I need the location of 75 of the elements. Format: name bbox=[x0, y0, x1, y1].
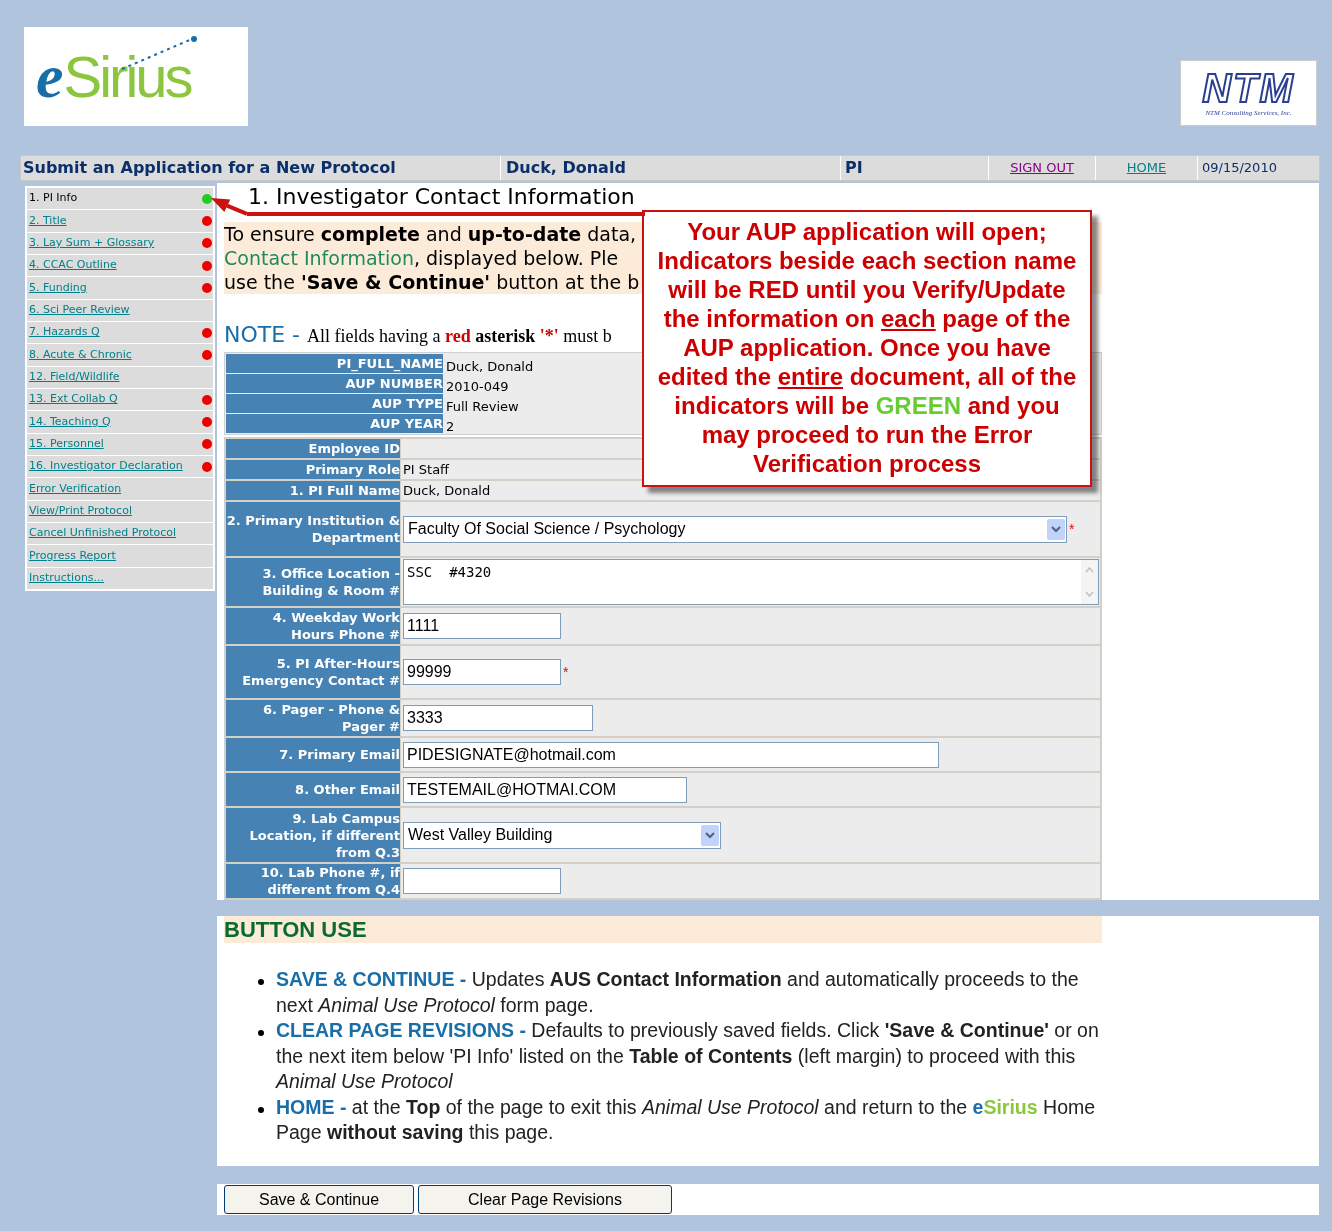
field-label: 1. PI Full Name bbox=[226, 481, 400, 500]
field-value: Full Review bbox=[445, 399, 519, 414]
field-value: Duck, Donald bbox=[445, 359, 534, 374]
page-title: Submit an Application for a New Protocol bbox=[23, 157, 396, 179]
callout-box: Your AUP application will open; Indicators beside each section name will be RED until you Verify/Update the information on each page of the AUP application. Once you have edited the entire document, all of the indicators will be GREEN and you may proceed to run the Error Verification process bbox=[642, 210, 1092, 487]
field-value: 2 bbox=[445, 419, 455, 434]
help-text: HOME - at the Top of the page to exit this Animal Use Protocol and return to the eSirius Home Page without saving this page. bbox=[276, 1094, 1097, 1145]
sidebar-item[interactable]: 5. Funding bbox=[27, 277, 213, 299]
esirius-logo: eSirius bbox=[24, 27, 248, 126]
input-field[interactable]: PIDESIGNATE@hotmail.com bbox=[403, 741, 939, 768]
sidebar-item[interactable]: 16. Investigator Declaration bbox=[27, 455, 213, 478]
bullet-icon bbox=[258, 1030, 264, 1036]
field-label: 9. Lab Campus Location, if different from Q.3 bbox=[226, 808, 400, 862]
field-label: 7. Primary Email bbox=[226, 738, 400, 771]
input-field[interactable]: 1111 bbox=[403, 613, 561, 639]
field-label: Employee ID bbox=[226, 439, 400, 458]
user-role: PI bbox=[845, 157, 863, 179]
field-value: Duck, Donald bbox=[402, 481, 491, 500]
field-label: PI_FULL_NAME bbox=[226, 354, 443, 373]
field-label: 8. Other Email bbox=[226, 773, 400, 806]
field-label: 6. Pager - Phone & Pager # bbox=[226, 700, 400, 736]
form-button[interactable]: Clear Page Revisions bbox=[418, 1185, 672, 1214]
chevron-down-icon bbox=[1047, 518, 1065, 540]
field-label: 2. Primary Institution & Department bbox=[226, 502, 400, 556]
input-field[interactable] bbox=[403, 868, 561, 894]
field-label: 4. Weekday Work Hours Phone # bbox=[226, 608, 400, 644]
section-title: 1. Investigator Contact Information bbox=[248, 184, 635, 210]
field-label: Primary Role bbox=[226, 460, 400, 479]
note-text: NOTE - All fields having a red asterisk '*' must b bbox=[224, 321, 612, 349]
home-link[interactable]: HOME bbox=[1126, 158, 1167, 178]
intro-text: use the 'Save & Continue' button at the b bbox=[224, 270, 640, 294]
input-field[interactable]: 99999 bbox=[403, 659, 561, 685]
text-area[interactable]: SSC #4320 bbox=[403, 559, 1099, 605]
field-label: 3. Office Location - Building & Room # bbox=[226, 558, 400, 606]
field-label: AUP YEAR bbox=[226, 414, 443, 433]
sidebar-item[interactable]: View/Print Protocol bbox=[27, 500, 213, 522]
field-label: AUP NUMBER bbox=[226, 374, 443, 393]
sidebar-item[interactable]: 1. PI Info bbox=[27, 188, 213, 210]
field-label: AUP TYPE bbox=[226, 394, 443, 413]
chevron-down-icon bbox=[701, 824, 719, 846]
sidebar-item[interactable]: 12. Field/Wildlife bbox=[27, 366, 213, 388]
dropdown[interactable]: Faculty Of Social Science / Psychology bbox=[403, 515, 1067, 543]
bullet-icon bbox=[258, 1106, 264, 1113]
required-asterisk: * bbox=[563, 662, 569, 682]
section-heading: BUTTON USE bbox=[224, 916, 367, 944]
date-text: 09/15/2010 bbox=[1202, 159, 1277, 178]
required-asterisk: * bbox=[1069, 519, 1075, 539]
sidebar-item[interactable]: 6. Sci Peer Review bbox=[27, 299, 213, 321]
field-label: 5. PI After-Hours Emergency Contact # bbox=[226, 646, 400, 698]
field-value: 2010-049 bbox=[445, 379, 509, 394]
sidebar-item[interactable]: Instructions... bbox=[27, 567, 213, 589]
sidebar-item[interactable]: 8. Acute & Chronic bbox=[27, 344, 213, 366]
sidebar-item[interactable]: Cancel Unfinished Protocol bbox=[27, 522, 213, 545]
user-name: Duck, Donald bbox=[506, 157, 626, 179]
sidebar-item[interactable]: Progress Report bbox=[27, 545, 213, 567]
field-label: 10. Lab Phone #, if different from Q.4 bbox=[226, 864, 400, 898]
sidebar-item[interactable]: 14. Teaching Q bbox=[27, 411, 213, 433]
intro-text: To ensure complete and up-to-date data, bbox=[224, 222, 637, 246]
sidebar-item[interactable]: 3. Lay Sum + Glossary bbox=[27, 232, 213, 254]
sidebar-item[interactable]: 7. Hazards Q bbox=[27, 321, 213, 344]
scrollbar[interactable] bbox=[1081, 560, 1098, 604]
sidebar-item[interactable]: 15. Personnel bbox=[27, 433, 213, 455]
bullet-icon bbox=[258, 979, 264, 985]
form-button[interactable]: Save & Continue bbox=[224, 1185, 414, 1214]
input-field[interactable]: TESTEMAIL@HOTMAI.COM bbox=[403, 776, 687, 803]
sidebar-item[interactable]: 2. Title bbox=[27, 210, 213, 232]
dropdown[interactable]: West Valley Building bbox=[403, 821, 721, 849]
field-value: PI Staff bbox=[402, 460, 450, 479]
sidebar-item[interactable]: 4. CCAC Outline bbox=[27, 255, 213, 277]
sign-out-link[interactable]: SIGN OUT bbox=[1010, 158, 1074, 178]
help-text: SAVE & CONTINUE - Updates AUS Contact Information and automatically proceeds to the next Animal Use Protocol form page. bbox=[276, 967, 1080, 1018]
input-field[interactable]: 3333 bbox=[403, 705, 593, 731]
intro-text: Contact Information, displayed below. Ple bbox=[224, 246, 619, 270]
sidebar-item[interactable]: 13. Ext Collab Q bbox=[27, 388, 213, 411]
sidebar-item[interactable]: Error Verification bbox=[27, 478, 213, 500]
